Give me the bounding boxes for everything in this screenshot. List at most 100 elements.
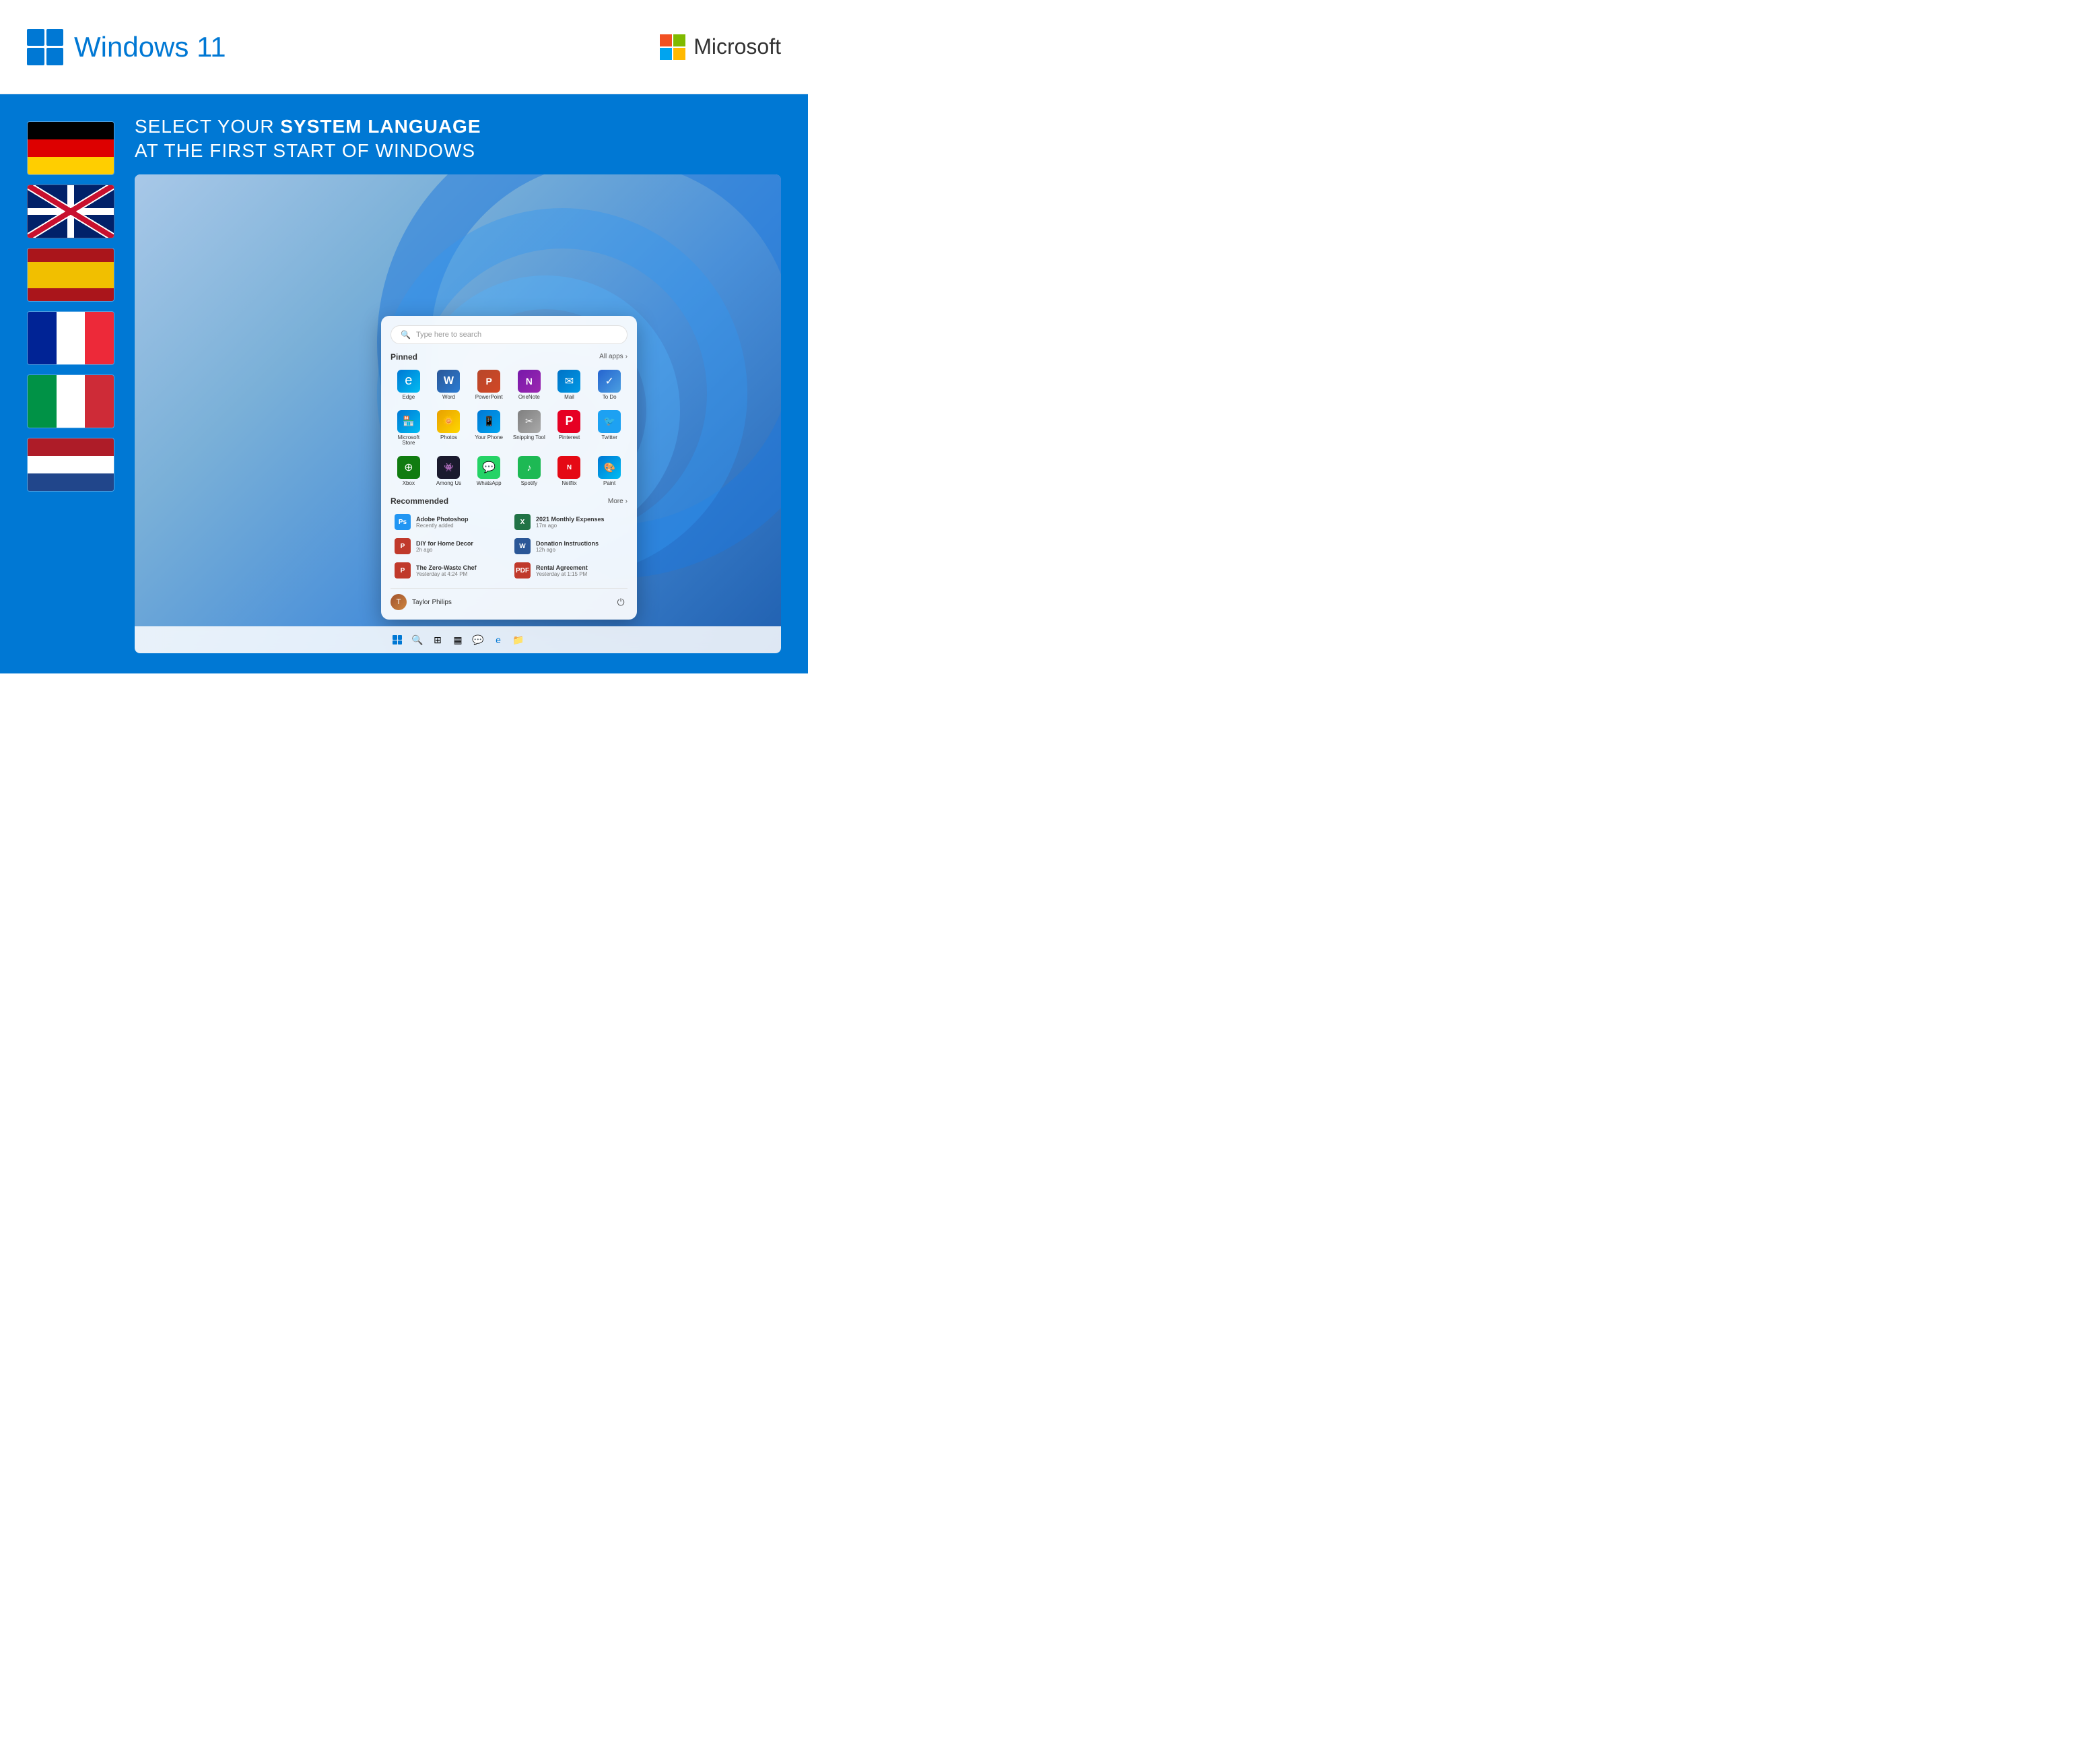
rec-rental[interactable]: PDF Rental Agreement Yesterday at 1:15 P… [510,560,628,581]
rec-photoshop[interactable]: Ps Adobe Photoshop Recently added [391,511,508,533]
expenses-rec-icon: X [514,514,531,530]
edge-icon: e [397,370,420,393]
photos-label: Photos [440,435,457,441]
whatsapp-icon: 💬 [477,456,500,479]
xbox-label: Xbox [403,481,415,487]
rec-zerowaste[interactable]: P The Zero-Waste Chef Yesterday at 4:24 … [391,560,508,581]
twitter-label: Twitter [601,435,617,441]
rental-name: Rental Agreement [536,564,623,571]
app-photos[interactable]: 🌼 Photos [431,407,467,450]
rec-donation[interactable]: W Donation Instructions 12h ago [510,535,628,557]
app-word[interactable]: W Word [431,367,467,403]
zerowaste-info: The Zero-Waste Chef Yesterday at 4:24 PM [416,564,504,577]
spotify-label: Spotify [521,481,537,487]
search-placeholder: Type here to search [416,331,481,339]
powerpoint-label: PowerPoint [475,395,503,401]
windows-screenshot: 🔍 Type here to search Pinned All apps › [135,174,781,653]
headline: SELECT YOUR SYSTEM LANGUAGE AT THE FIRST… [135,114,781,164]
windows-brand: Windows 11 [27,29,226,65]
expenses-name: 2021 Monthly Expenses [536,516,623,523]
right-panel: SELECT YOUR SYSTEM LANGUAGE AT THE FIRST… [135,114,781,653]
app-whatsapp[interactable]: 💬 WhatsApp [471,453,507,490]
xbox-icon: ⊕ [397,456,420,479]
taskbar-task-view-icon[interactable]: ⊞ [430,632,445,647]
app-spotify[interactable]: ♪ Spotify [511,453,547,490]
rental-rec-icon: PDF [514,562,531,579]
pinned-app-grid: e Edge W Word P PowerPoint N [391,367,628,490]
power-button[interactable]: ⏻ [614,595,628,609]
taskbar-chat-icon[interactable]: 💬 [471,632,485,647]
donation-name: Donation Instructions [536,540,623,547]
blue-section: SELECT YOUR SYSTEM LANGUAGE AT THE FIRST… [0,94,808,673]
flag-dutch[interactable] [27,438,114,492]
app-powerpoint[interactable]: P PowerPoint [471,367,507,403]
taskbar-start-icon[interactable] [390,632,405,647]
donation-rec-icon: W [514,538,531,554]
app-netflix[interactable]: N Netflix [551,453,588,490]
amongus-icon: 👾 [437,456,460,479]
app-yourphone[interactable]: 📱 Your Phone [471,407,507,450]
todo-icon: ✓ [598,370,621,393]
app-twitter[interactable]: 🐦 Twitter [591,407,628,450]
mail-label: Mail [564,395,574,401]
whatsapp-label: WhatsApp [477,481,502,487]
app-amongus[interactable]: 👾 Among Us [431,453,467,490]
start-menu: 🔍 Type here to search Pinned All apps › [381,316,637,620]
photos-icon: 🌼 [437,410,460,433]
onenote-label: OneNote [518,395,540,401]
app-xbox[interactable]: ⊕ Xbox [391,453,427,490]
taskbar-widgets-icon[interactable]: ▦ [450,632,465,647]
app-snipping[interactable]: ✂ Snipping Tool [511,407,547,450]
photoshop-name: Adobe Photoshop [416,516,504,523]
zerowaste-rec-icon: P [395,562,411,579]
twitter-icon: 🐦 [598,410,621,433]
headline-line2: AT THE FIRST START OF WINDOWS [135,139,781,163]
user-bar: T Taylor Philips ⏻ [391,588,628,610]
photoshop-rec-icon: Ps [395,514,411,530]
all-apps-button[interactable]: All apps › [599,353,628,360]
windows-logo-icon [27,29,63,65]
windows-title: Windows 11 [74,31,226,63]
flag-french[interactable] [27,311,114,365]
header: Windows 11 Microsoft [0,0,808,94]
app-edge[interactable]: e Edge [391,367,427,403]
flag-italian[interactable] [27,374,114,428]
recommended-label: Recommended [391,496,448,506]
app-mail[interactable]: ✉ Mail [551,367,588,403]
todo-label: To Do [603,395,617,401]
taskbar-folder-icon[interactable]: 📁 [511,632,526,647]
pinterest-icon: P [557,410,580,433]
app-store[interactable]: 🏪 Microsoft Store [391,407,427,450]
netflix-label: Netflix [562,481,576,487]
headline-line1: SELECT YOUR SYSTEM LANGUAGE [135,114,781,139]
user-info[interactable]: T Taylor Philips [391,594,452,610]
taskbar-search-icon[interactable]: 🔍 [410,632,425,647]
photoshop-info: Adobe Photoshop Recently added [416,516,504,529]
app-todo[interactable]: ✓ To Do [591,367,628,403]
rec-expenses[interactable]: X 2021 Monthly Expenses 17m ago [510,511,628,533]
word-label: Word [442,395,455,401]
recommended-grid: Ps Adobe Photoshop Recently added X 2021… [391,511,628,581]
recommended-section: Recommended More › Ps Adobe Photoshop Re… [391,496,628,581]
user-avatar: T [391,594,407,610]
app-paint[interactable]: 🎨 Paint [591,453,628,490]
search-bar[interactable]: 🔍 Type here to search [391,325,628,344]
spotify-icon: ♪ [518,456,541,479]
search-icon: 🔍 [401,330,411,339]
pinned-label: Pinned [391,352,417,362]
amongus-label: Among Us [436,481,461,487]
flag-spanish[interactable] [27,248,114,302]
rental-info: Rental Agreement Yesterday at 1:15 PM [536,564,623,577]
taskbar-edge-icon[interactable]: e [491,632,506,647]
more-button[interactable]: More › [608,498,628,505]
rec-diy[interactable]: P DIY for Home Decor 2h ago [391,535,508,557]
app-onenote[interactable]: N OneNote [511,367,547,403]
desktop-background: 🔍 Type here to search Pinned All apps › [135,174,781,653]
flag-german[interactable] [27,121,114,175]
flag-uk[interactable] [27,185,114,238]
paint-icon: 🎨 [598,456,621,479]
onenote-icon: N [518,370,541,393]
app-pinterest[interactable]: P Pinterest [551,407,588,450]
yourphone-icon: 📱 [477,410,500,433]
store-icon: 🏪 [397,410,420,433]
